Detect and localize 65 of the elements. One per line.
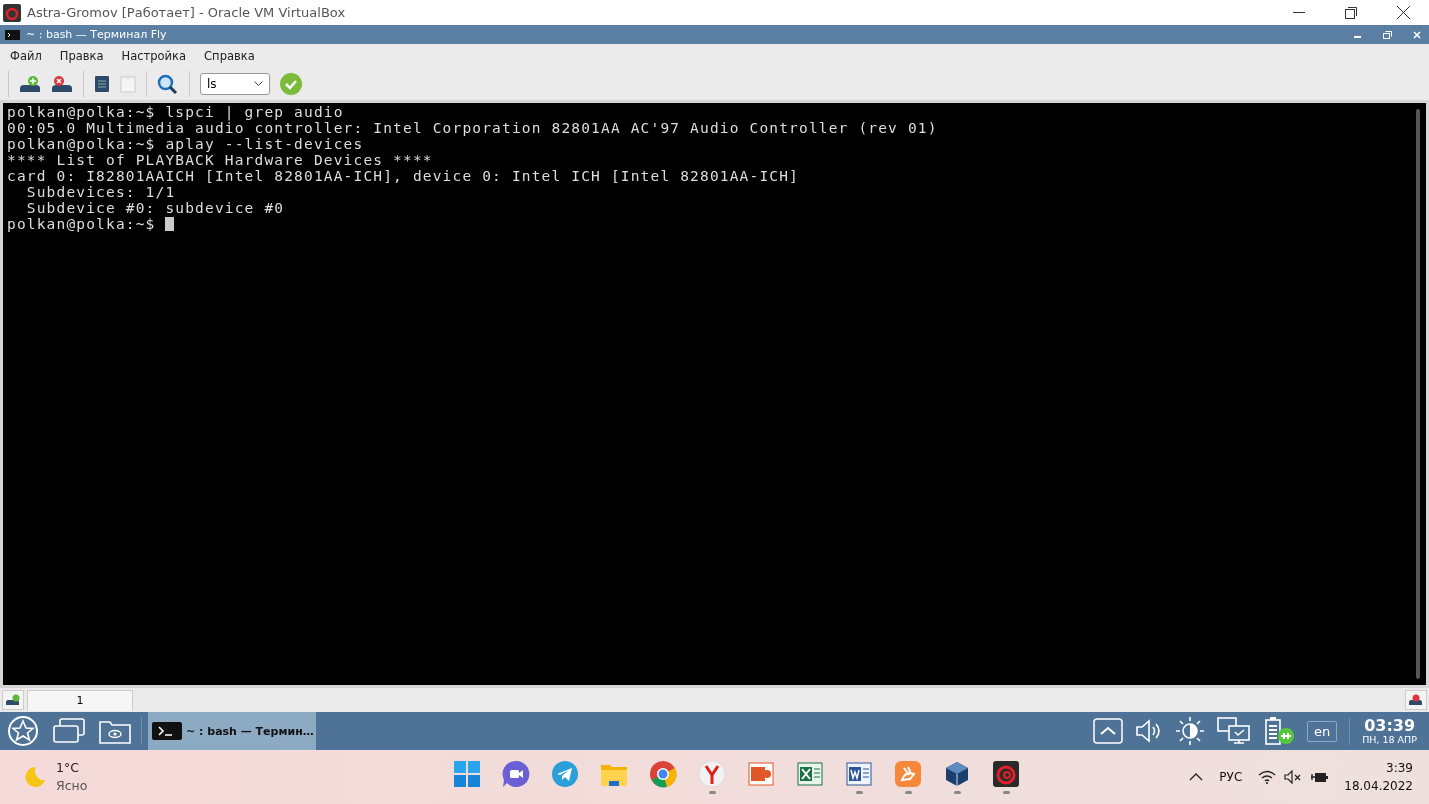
start-icon[interactable]	[453, 760, 481, 788]
terminal-line: card 0: I82801AAICH [Intel 82801AA-ICH], device 0: Intel ICH [Intel 82801AA-ICH]	[7, 168, 800, 184]
keyboard-layout-indicator[interactable]: en	[1306, 720, 1338, 742]
terminal-line: Subdevices: 1/1	[25, 184, 177, 200]
scrollbar[interactable]	[1416, 109, 1420, 679]
close-tab-button[interactable]	[1405, 690, 1427, 710]
paper-plane-icon[interactable]	[551, 760, 579, 788]
menu-item[interactable]: Справка	[204, 49, 255, 63]
caret-icon	[254, 81, 263, 87]
terminal-line: **** List of PLAYBACK Hardware Devices ****	[7, 152, 434, 168]
battery-charging-icon[interactable]	[1262, 716, 1295, 746]
brightness-icon[interactable]	[1174, 716, 1205, 746]
menu-item[interactable]: Правка	[59, 49, 104, 63]
terminal-tab[interactable]: 1	[27, 689, 133, 711]
y-logo-icon[interactable]	[698, 760, 726, 788]
remove-user-icon[interactable]	[51, 75, 73, 93]
new-tab-button[interactable]	[2, 690, 24, 710]
windows-icon[interactable]	[53, 718, 85, 744]
add-user-icon	[5, 694, 21, 706]
terminal-icon	[5, 29, 20, 40]
taskbar-task[interactable]: ~ : bash — Термин…	[148, 712, 316, 750]
clipboard-icon[interactable]	[120, 75, 136, 93]
battery-plug-icon[interactable]	[1310, 770, 1329, 784]
menu-item[interactable]: Настройка	[121, 49, 187, 63]
swirl-icon[interactable]	[992, 760, 1020, 788]
terminal-line: polkan@polka:~$ lspci | grep audio	[7, 104, 345, 120]
terminal-prompt: polkan@polka:~$	[7, 216, 157, 232]
clock[interactable]: 3:39 18.04.2022	[1344, 759, 1413, 795]
text-cursor	[165, 217, 175, 231]
terminal-line: 00:05.0 Multimedia audio controller: Intel Corporation 82801AA AC'97 Audio Controller (rev 01)	[7, 120, 939, 136]
browser-icon[interactable]	[649, 760, 677, 788]
window-title: Astra-Gromov [Работает] - Oracle VM VirtualBox	[27, 5, 347, 20]
close-icon	[1413, 30, 1421, 39]
temperature[interactable]: 1°C	[56, 759, 88, 777]
restore-icon	[1382, 30, 1392, 39]
remove-user-icon	[1408, 694, 1424, 706]
restore-icon	[1345, 6, 1357, 19]
search-icon[interactable]	[157, 74, 179, 94]
swirl-icon	[3, 3, 21, 22]
terminal-icon	[152, 722, 182, 740]
menu-item[interactable]: Файл	[10, 49, 42, 63]
document-icon[interactable]	[845, 760, 873, 788]
muted-speaker-icon[interactable]	[1284, 770, 1303, 784]
folder-eye-icon[interactable]	[99, 718, 131, 744]
input-language[interactable]: РУС	[1219, 770, 1243, 784]
minimize-icon	[1293, 11, 1305, 14]
terminal-line: polkan@polka:~$ aplay --list-devices	[7, 136, 365, 152]
star-menu-icon[interactable]	[7, 715, 39, 747]
network-icon[interactable]	[1216, 717, 1251, 745]
command-dropdown[interactable]: ls	[200, 73, 270, 95]
close-icon	[1396, 6, 1410, 19]
speaker-icon[interactable]	[1134, 719, 1163, 743]
spreadsheet-icon[interactable]	[796, 760, 824, 788]
chevron-up-icon[interactable]	[1189, 773, 1204, 781]
cube-icon[interactable]	[943, 760, 971, 788]
add-user-icon[interactable]	[19, 75, 41, 93]
window-title: ~ : bash — Терминал Fly	[26, 28, 168, 41]
clock[interactable]: 03:39 ПН, 18 АПР	[1349, 717, 1429, 745]
terminal-line: Subdevice #0: subdevice #0	[25, 200, 286, 216]
checkmark-icon[interactable]	[280, 73, 302, 95]
weather-condition[interactable]: Ясно	[56, 777, 88, 795]
presentation-icon[interactable]	[747, 760, 775, 788]
video-chat-icon[interactable]	[502, 760, 530, 788]
copy-icon[interactable]	[94, 75, 110, 93]
wifi-icon[interactable]	[1258, 770, 1277, 784]
